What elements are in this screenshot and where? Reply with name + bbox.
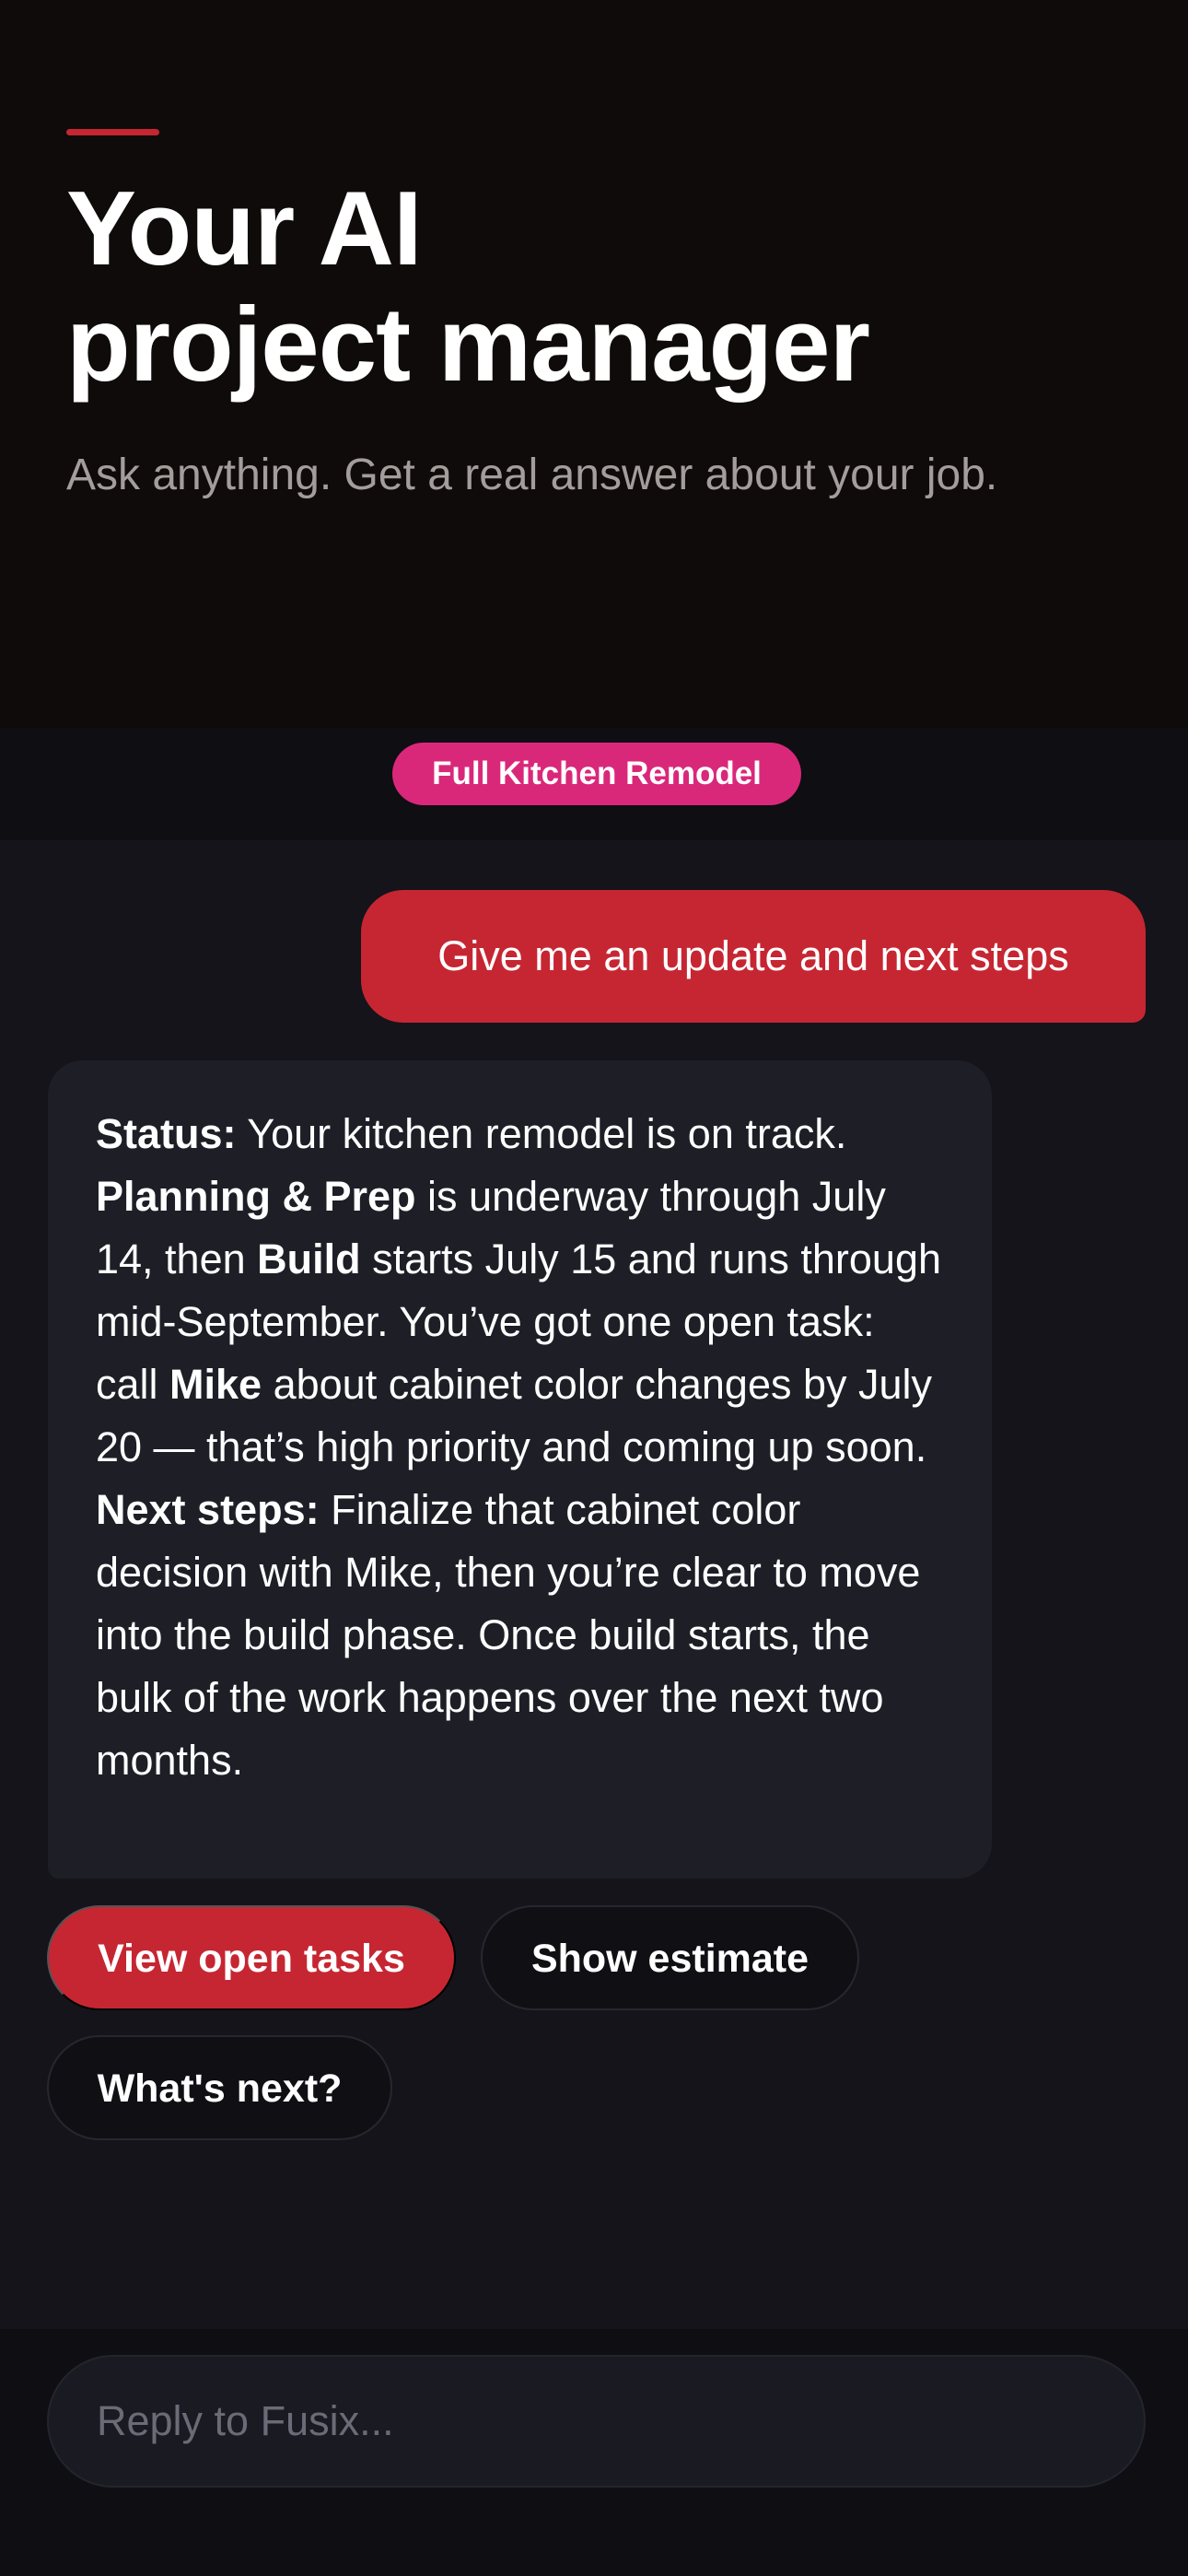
view-open-tasks-button[interactable]: View open tasks xyxy=(47,1905,456,2010)
hero-subtitle: Ask anything. Get a real answer about yo… xyxy=(66,451,998,499)
user-message-bubble: Give me an update and next steps xyxy=(361,890,1146,1023)
project-badge[interactable]: Full Kitchen Remodel xyxy=(392,743,801,805)
next-steps-paragraph: Next steps: Finalize that cabinet color … xyxy=(96,1479,946,1792)
status-text-1: Your kitchen remodel is on track. xyxy=(236,1110,847,1157)
whats-next-button[interactable]: What's next? xyxy=(47,2035,392,2140)
hero-section: Your AI project manager Ask anything. Ge… xyxy=(0,0,1188,728)
next-steps-label: Next steps: xyxy=(96,1486,320,1533)
status-label: Status: xyxy=(96,1110,237,1157)
phase-planning: Planning & Prep xyxy=(96,1173,416,1220)
reply-input[interactable] xyxy=(47,2355,1146,2488)
person-name: Mike xyxy=(169,1361,262,1408)
show-estimate-button[interactable]: Show estimate xyxy=(481,1905,859,2010)
hero-title: Your AI project manager xyxy=(66,170,870,404)
assistant-message-bubble: Status: Your kitchen remodel is on track… xyxy=(48,1060,992,1879)
accent-line xyxy=(66,129,159,135)
status-paragraph: Status: Your kitchen remodel is on track… xyxy=(96,1103,946,1479)
phase-build: Build xyxy=(257,1235,361,1282)
